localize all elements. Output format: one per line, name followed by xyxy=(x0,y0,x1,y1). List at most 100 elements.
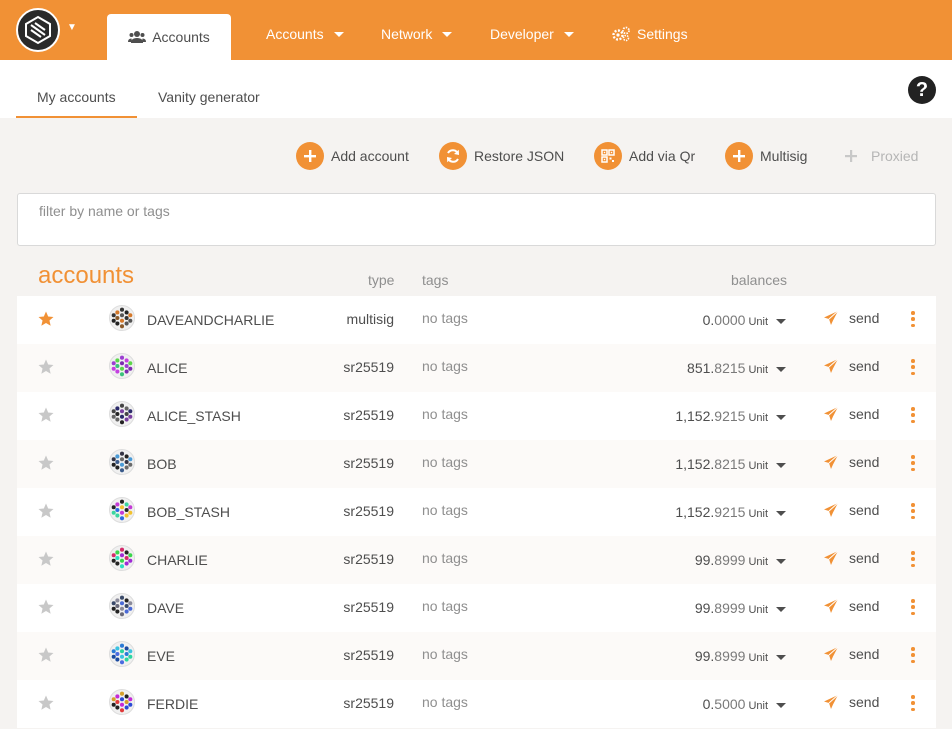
account-balance[interactable]: 99.8999 Unit xyxy=(695,648,786,664)
add-account-button[interactable]: Add account xyxy=(296,141,409,171)
nav-accounts-menu[interactable]: Accounts xyxy=(266,26,344,42)
account-tags[interactable]: no tags xyxy=(422,694,468,710)
avatar[interactable] xyxy=(109,449,135,475)
favorite-star-icon[interactable] xyxy=(37,502,55,520)
balance-unit: Unit xyxy=(748,604,768,616)
account-tags[interactable]: no tags xyxy=(422,502,468,518)
tab-accounts-active[interactable]: Accounts xyxy=(107,14,231,60)
chevron-down-icon xyxy=(776,462,786,468)
chevron-down-icon xyxy=(333,31,344,37)
account-name[interactable]: DAVEANDCHARLIE xyxy=(147,312,274,328)
chevron-down-icon xyxy=(776,654,786,660)
active-tab-indicator xyxy=(16,116,137,118)
account-name[interactable]: EVE xyxy=(147,648,175,664)
multisig-button[interactable]: Multisig xyxy=(725,141,807,171)
balance-decimal: 0000 xyxy=(714,312,746,328)
account-name[interactable]: ALICE xyxy=(147,360,187,376)
send-label: send xyxy=(849,550,880,566)
account-balance[interactable]: 1,152.9215 Unit xyxy=(675,408,786,424)
more-options-icon[interactable] xyxy=(910,311,916,327)
account-tags[interactable]: no tags xyxy=(422,646,468,662)
proxied-button[interactable]: Proxied xyxy=(844,141,918,171)
more-options-icon[interactable] xyxy=(910,407,916,423)
avatar[interactable] xyxy=(109,305,135,331)
tab-vanity-generator[interactable]: Vanity generator xyxy=(158,89,260,105)
send-button[interactable]: send xyxy=(823,358,879,374)
send-button[interactable]: send xyxy=(823,646,879,662)
account-name[interactable]: ALICE_STASH xyxy=(147,408,241,424)
account-tags[interactable]: no tags xyxy=(422,358,468,374)
account-name[interactable]: BOB xyxy=(147,456,177,472)
avatar[interactable] xyxy=(109,593,135,619)
favorite-star-icon[interactable] xyxy=(37,310,55,328)
paper-plane-icon xyxy=(824,598,839,613)
more-options-icon[interactable] xyxy=(910,647,916,663)
send-button[interactable]: send xyxy=(823,406,879,422)
favorite-star-icon[interactable] xyxy=(37,454,55,472)
send-button[interactable]: send xyxy=(823,598,879,614)
table-row: DAVEANDCHARLIE multisig no tags 0.0000 Un… xyxy=(17,296,936,344)
nav-settings[interactable]: Settings xyxy=(611,26,688,42)
question-circle-icon[interactable]: ? xyxy=(908,76,936,104)
add-account-label: Add account xyxy=(331,148,409,164)
table-row: ALICE sr25519 no tags 851.8215 Unit send xyxy=(17,344,936,392)
favorite-star-icon[interactable] xyxy=(37,646,55,664)
account-name[interactable]: FERDIE xyxy=(147,696,198,712)
favorite-star-icon[interactable] xyxy=(37,694,55,712)
favorite-star-icon[interactable] xyxy=(37,598,55,616)
account-balance[interactable]: 1,152.9215 Unit xyxy=(675,504,786,520)
more-options-icon[interactable] xyxy=(910,695,916,711)
chain-logo[interactable] xyxy=(16,8,60,52)
paper-plane-icon xyxy=(824,454,839,469)
paper-plane-icon xyxy=(824,406,839,421)
account-tags[interactable]: no tags xyxy=(422,550,468,566)
chain-selector-chevron-icon[interactable]: ▼ xyxy=(67,22,77,33)
add-via-qr-button[interactable]: Add via Qr xyxy=(594,141,695,171)
favorite-star-icon[interactable] xyxy=(37,550,55,568)
account-balance[interactable]: 99.8999 Unit xyxy=(695,600,786,616)
identicon-icon xyxy=(111,499,133,521)
account-balance[interactable]: 0.0000 Unit xyxy=(703,312,786,328)
avatar[interactable] xyxy=(109,497,135,523)
send-button[interactable]: send xyxy=(823,694,879,710)
send-button[interactable]: send xyxy=(823,310,879,326)
favorite-star-icon[interactable] xyxy=(37,406,55,424)
nav-developer-menu[interactable]: Developer xyxy=(490,26,574,42)
nav-network-menu[interactable]: Network xyxy=(381,26,453,42)
balance-integer: 99. xyxy=(694,552,715,568)
send-button[interactable]: send xyxy=(823,454,879,470)
more-options-icon[interactable] xyxy=(910,503,916,519)
avatar[interactable] xyxy=(109,545,135,571)
more-options-icon[interactable] xyxy=(910,551,916,567)
avatar[interactable] xyxy=(109,353,135,379)
favorite-star-icon[interactable] xyxy=(37,358,55,376)
avatar[interactable] xyxy=(109,689,135,715)
more-options-icon[interactable] xyxy=(910,455,916,471)
account-balance[interactable]: 851.8215 Unit xyxy=(687,360,786,376)
table-row: EVE sr25519 no tags 99.8999 Unit send xyxy=(17,632,936,680)
send-button[interactable]: send xyxy=(823,550,879,566)
more-options-icon[interactable] xyxy=(910,599,916,615)
account-name[interactable]: CHARLIE xyxy=(147,552,208,568)
account-tags[interactable]: no tags xyxy=(422,454,468,470)
restore-json-button[interactable]: Restore JSON xyxy=(439,141,564,171)
account-tags[interactable]: no tags xyxy=(422,598,468,614)
avatar[interactable] xyxy=(109,401,135,427)
avatar[interactable] xyxy=(109,641,135,667)
send-button[interactable]: send xyxy=(823,502,879,518)
account-tags[interactable]: no tags xyxy=(422,310,468,326)
table-body: DAVEANDCHARLIE multisig no tags 0.0000 Un… xyxy=(17,296,936,728)
account-tags[interactable]: no tags xyxy=(422,406,468,422)
account-balance[interactable]: 0.5000 Unit xyxy=(703,696,786,712)
send-label: send xyxy=(849,694,880,710)
balance-unit: Unit xyxy=(748,412,768,424)
account-name[interactable]: DAVE xyxy=(147,600,184,616)
tab-my-accounts[interactable]: My accounts xyxy=(37,89,116,105)
filter-input[interactable]: filter by name or tags xyxy=(17,193,936,246)
balance-decimal: 8215 xyxy=(714,360,746,376)
account-balance[interactable]: 1,152.8215 Unit xyxy=(675,456,786,472)
account-name[interactable]: BOB_STASH xyxy=(147,504,230,520)
account-balance[interactable]: 99.8999 Unit xyxy=(695,552,786,568)
more-options-icon[interactable] xyxy=(910,359,916,375)
restore-json-label: Restore JSON xyxy=(474,148,565,164)
